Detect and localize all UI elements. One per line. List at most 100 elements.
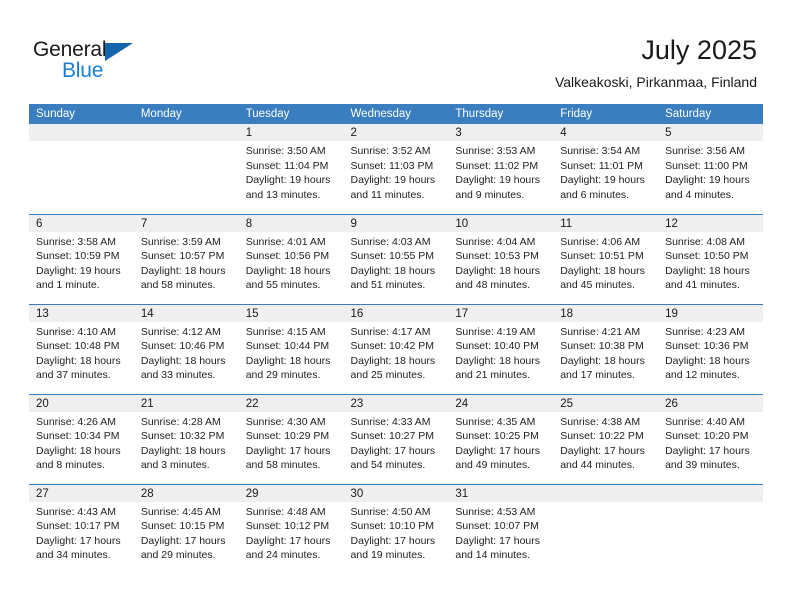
sunset-time: Sunset: 10:25 PM (455, 430, 539, 443)
sunrise-time: Sunrise: 4:08 AM (665, 235, 746, 248)
calendar-week-row: 1 Sunrise: 3:50 AM Sunset: 11:04 PM Dayligh… (29, 124, 763, 214)
sunset-time: Sunset: 10:55 PM (350, 250, 434, 263)
calendar-day-cell[interactable]: 3 Sunrise: 3:53 AM Sunset: 11:02 PM Dayligh… (448, 124, 554, 214)
sunset-time: Sunset: 10:51 PM (560, 250, 644, 263)
daylight-duration-line2: and 48 minutes. (455, 279, 531, 292)
calendar-day-cell[interactable]: 27 Sunrise: 4:43 AM Sunset: 10:17 PM Daylig… (29, 483, 134, 574)
calendar-week-row: 27 Sunrise: 4:43 AM Sunset: 10:17 PM Daylig… (29, 483, 763, 574)
calendar-day-cell[interactable]: 26 Sunrise: 4:40 AM Sunset: 10:20 PM Daylig… (658, 393, 763, 484)
day-number (29, 124, 134, 141)
calendar-day-cell[interactable]: 1 Sunrise: 3:50 AM Sunset: 11:04 PM Dayligh… (238, 124, 344, 214)
daylight-duration-line2: and 29 minutes. (140, 549, 216, 562)
day-number: 13 (29, 304, 134, 322)
day-number: 5 (658, 124, 763, 141)
calendar-day-cell-empty (553, 483, 659, 574)
sunset-time: Sunset: 10:57 PM (140, 250, 225, 263)
calendar-day-cell[interactable]: 21 Sunrise: 4:28 AM Sunset: 10:32 PM Daylig… (133, 393, 239, 484)
daylight-duration-line1: Daylight: 19 hours (245, 174, 331, 187)
calendar-day-cell[interactable]: 19 Sunrise: 4:23 AM Sunset: 10:36 PM Daylig… (658, 303, 763, 394)
sunrise-time: Sunrise: 3:56 AM (665, 145, 746, 157)
calendar-day-cell[interactable]: 7 Sunrise: 3:59 AM Sunset: 10:57 PM Dayligh… (133, 213, 239, 304)
sunset-time: Sunset: 10:56 PM (245, 250, 330, 263)
day-details: Sunrise: 4:19 AM Sunset: 10:40 PM Daylight… (448, 322, 553, 383)
calendar-day-cell[interactable]: 4 Sunrise: 3:54 AM Sunset: 11:01 PM Dayligh… (553, 124, 659, 214)
daylight-duration-line2: and 11 minutes. (350, 188, 425, 201)
sunset-time: Sunset: 10:48 PM (36, 340, 120, 353)
calendar-day-cell[interactable]: 14 Sunrise: 4:12 AM Sunset: 10:46 PM Daylig… (133, 303, 239, 394)
daylight-duration-line2: and 58 minutes. (245, 459, 321, 472)
day-details: Sunrise: 4:23 AM Sunset: 10:36 PM Daylight… (658, 322, 763, 383)
daylight-duration-line1: Daylight: 19 hours (665, 174, 750, 187)
page-subtitle: Valkeakoski, Pirkanmaa, Finland (554, 74, 757, 90)
calendar-day-cell[interactable]: 10 Sunrise: 4:04 AM Sunset: 10:53 PM Daylig… (448, 213, 554, 304)
daylight-duration-line1: Daylight: 17 hours (36, 534, 121, 547)
calendar-day-cell[interactable]: 22 Sunrise: 4:30 AM Sunset: 10:29 PM Daylig… (238, 393, 344, 484)
daylight-duration-line2: and 49 minutes. (455, 459, 531, 472)
day-details: Sunrise: 4:15 AM Sunset: 10:44 PM Daylight… (239, 322, 344, 383)
calendar-day-cell[interactable]: 31 Sunrise: 4:53 AM Sunset: 10:07 PM Daylig… (448, 483, 554, 574)
sunrise-time: Sunrise: 4:10 AM (36, 325, 116, 338)
calendar-day-cell[interactable]: 9 Sunrise: 4:03 AM Sunset: 10:55 PM Dayligh… (343, 213, 449, 304)
sunset-time: Sunset: 10:07 PM (455, 520, 539, 533)
day-number: 18 (553, 304, 659, 322)
day-number: 29 (238, 484, 344, 502)
sunset-time: Sunset: 10:20 PM (665, 430, 749, 443)
calendar-day-cell[interactable]: 8 Sunrise: 4:01 AM Sunset: 10:56 PM Dayligh… (238, 213, 344, 304)
day-number: 3 (448, 124, 554, 141)
daylight-duration-line1: Daylight: 19 hours (455, 174, 541, 187)
daylight-duration-line2: and 54 minutes. (350, 459, 426, 472)
sunset-time: Sunset: 11:00 PM (665, 159, 748, 172)
day-number: 2 (343, 124, 449, 141)
calendar-body: 1 Sunrise: 3:50 AM Sunset: 11:04 PM Dayligh… (29, 124, 763, 574)
daylight-duration-line1: Daylight: 18 hours (560, 264, 645, 277)
weekday-header-monday: Monday (133, 104, 239, 124)
sunset-time: Sunset: 10:22 PM (560, 430, 644, 443)
day-details: Sunrise: 3:58 AM Sunset: 10:59 PM Daylight… (29, 232, 134, 293)
calendar-day-cell[interactable]: 16 Sunrise: 4:17 AM Sunset: 10:42 PM Daylig… (343, 303, 449, 394)
calendar-week-row: 6 Sunrise: 3:58 AM Sunset: 10:59 PM Dayligh… (29, 213, 763, 304)
calendar-day-cell[interactable]: 6 Sunrise: 3:58 AM Sunset: 10:59 PM Dayligh… (29, 213, 134, 304)
day-number: 1 (238, 124, 344, 141)
daylight-duration-line1: Daylight: 17 hours (350, 534, 436, 547)
daylight-duration-line2: and 29 minutes. (245, 369, 321, 382)
daylight-duration-line1: Daylight: 19 hours (36, 264, 121, 277)
calendar-day-cell[interactable]: 24 Sunrise: 4:35 AM Sunset: 10:25 PM Daylig… (448, 393, 554, 484)
calendar-day-cell[interactable]: 13 Sunrise: 4:10 AM Sunset: 10:48 PM Daylig… (29, 303, 134, 394)
general-blue-logo[interactable]: General Blue (33, 38, 163, 84)
calendar-day-cell[interactable]: 25 Sunrise: 4:38 AM Sunset: 10:22 PM Daylig… (553, 393, 659, 484)
sunset-time: Sunset: 11:03 PM (350, 159, 434, 172)
sunrise-time: Sunrise: 4:21 AM (560, 325, 641, 338)
sunrise-time: Sunrise: 4:17 AM (350, 325, 431, 338)
daylight-duration-line1: Daylight: 17 hours (665, 444, 750, 457)
daylight-duration-line2: and 12 minutes. (665, 369, 740, 382)
day-number: 9 (343, 214, 449, 232)
daylight-duration-line1: Daylight: 18 hours (455, 354, 541, 367)
calendar-day-cell[interactable]: 2 Sunrise: 3:52 AM Sunset: 11:03 PM Dayligh… (343, 124, 449, 214)
calendar-day-cell[interactable]: 28 Sunrise: 4:45 AM Sunset: 10:15 PM Daylig… (133, 483, 239, 574)
day-details: Sunrise: 3:54 AM Sunset: 11:01 PM Daylight… (553, 141, 658, 202)
day-details: Sunrise: 4:08 AM Sunset: 10:50 PM Daylight… (658, 232, 763, 293)
calendar-day-cell[interactable]: 30 Sunrise: 4:50 AM Sunset: 10:10 PM Daylig… (343, 483, 449, 574)
sunset-time: Sunset: 10:42 PM (350, 340, 434, 353)
page-header: General Blue July 2025 Valkeakoski, Pirk… (0, 0, 792, 100)
sunset-time: Sunset: 11:01 PM (560, 159, 643, 172)
day-details: Sunrise: 4:53 AM Sunset: 10:07 PM Daylight… (448, 502, 553, 563)
calendar-day-cell[interactable]: 29 Sunrise: 4:48 AM Sunset: 10:12 PM Daylig… (238, 483, 344, 574)
day-number: 7 (133, 214, 239, 232)
daylight-duration-line1: Daylight: 18 hours (455, 264, 541, 277)
calendar-day-cell[interactable]: 5 Sunrise: 3:56 AM Sunset: 11:00 PM Dayligh… (658, 124, 763, 214)
calendar-day-cell[interactable]: 23 Sunrise: 4:33 AM Sunset: 10:27 PM Daylig… (343, 393, 449, 484)
daylight-duration-line1: Daylight: 17 hours (455, 534, 541, 547)
calendar-day-cell[interactable]: 20 Sunrise: 4:26 AM Sunset: 10:34 PM Daylig… (29, 393, 134, 484)
sunrise-time: Sunrise: 4:50 AM (350, 505, 431, 518)
calendar-day-cell[interactable]: 18 Sunrise: 4:21 AM Sunset: 10:38 PM Daylig… (553, 303, 659, 394)
calendar-day-cell[interactable]: 17 Sunrise: 4:19 AM Sunset: 10:40 PM Daylig… (448, 303, 554, 394)
sunrise-time: Sunrise: 4:03 AM (350, 235, 431, 248)
day-details: Sunrise: 4:33 AM Sunset: 10:27 PM Daylight… (344, 412, 449, 473)
calendar-day-cell[interactable]: 12 Sunrise: 4:08 AM Sunset: 10:50 PM Daylig… (658, 213, 763, 304)
day-number: 8 (238, 214, 344, 232)
sunrise-time: Sunrise: 3:58 AM (36, 235, 116, 248)
calendar-day-cell[interactable]: 15 Sunrise: 4:15 AM Sunset: 10:44 PM Daylig… (238, 303, 344, 394)
daylight-duration-line1: Daylight: 17 hours (245, 534, 331, 547)
calendar-day-cell[interactable]: 11 Sunrise: 4:06 AM Sunset: 10:51 PM Daylig… (553, 213, 659, 304)
